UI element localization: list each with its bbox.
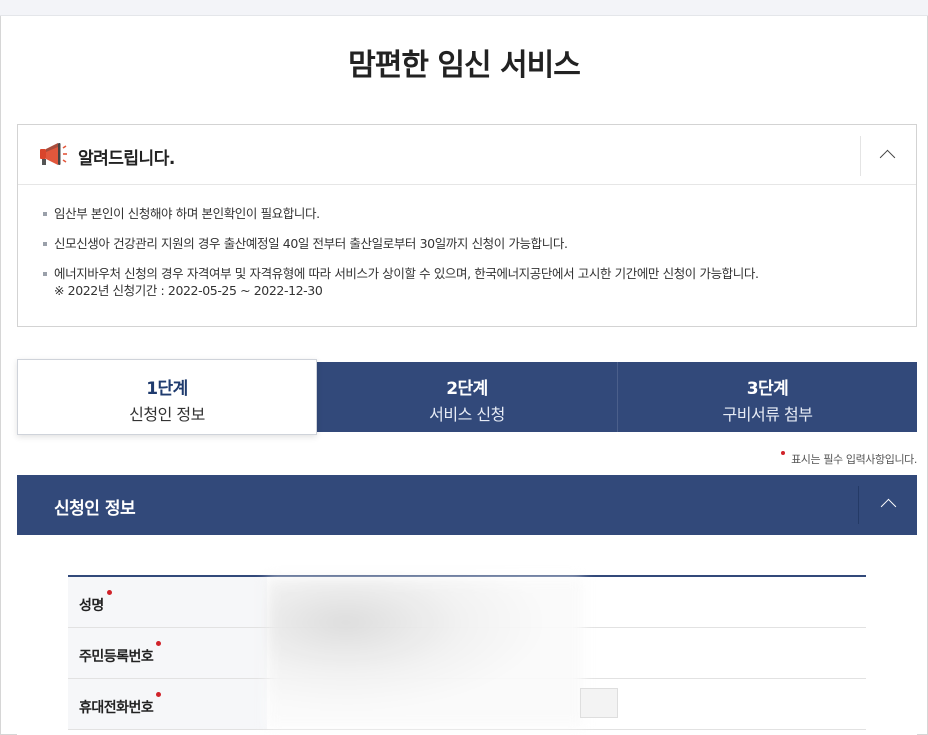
notice-collapse-button[interactable]	[860, 136, 916, 176]
form-label-phone: 휴대전화번호	[79, 692, 162, 717]
required-dot-icon	[106, 590, 112, 595]
required-note: 표시는 필수 입력사항입니다.	[781, 451, 917, 467]
step-2-number: 2단계	[446, 379, 488, 399]
notice-item-sub: ※ 2022년 신청기간 : 2022-05-25 ~ 2022-12-30	[54, 283, 323, 298]
redacted-area	[267, 578, 583, 726]
page-title: 맘편한 임신 서비스	[348, 48, 581, 83]
step-1: 1단계 신청인 정보	[17, 359, 317, 435]
notice-item: 임산부 본인이 신청해야 하며 본인확인이 필요합니다.	[42, 205, 759, 222]
step-1-number: 1단계	[146, 379, 188, 399]
step-3: 3단계 구비서류 첨부	[617, 362, 917, 432]
required-dot-icon	[781, 451, 786, 455]
step-2: 2단계 서비스 신청	[317, 362, 617, 432]
notice-header: 알려드립니다.	[18, 125, 916, 185]
notice-panel: 알려드립니다. 임산부 본인이 신청해야 하며 본인확인이 필요합니다. 신모신…	[17, 124, 917, 327]
form-label-cell: 성명	[68, 577, 267, 627]
step-3-number: 3단계	[746, 379, 789, 399]
top-strip	[0, 0, 928, 16]
notice-list: 임산부 본인이 신청해야 하며 본인확인이 필요합니다. 신모신생아 건강관리 …	[42, 205, 759, 312]
step-1-name: 신청인 정보	[129, 405, 205, 424]
section-collapse-button[interactable]	[858, 486, 917, 524]
step-3-name: 구비서류 첨부	[722, 405, 813, 424]
form-label-cell: 휴대전화번호	[68, 679, 267, 729]
notice-title: 알려드립니다.	[78, 149, 175, 169]
required-dot-icon	[156, 641, 162, 646]
form-label-rrn: 주민등록번호	[79, 641, 162, 666]
section-title: 신청인 정보	[54, 499, 136, 519]
form-label-name: 성명	[79, 590, 112, 615]
notice-item: 신모신생아 건강관리 지원의 경우 출산예정일 40일 전부터 출산일로부터 3…	[42, 235, 759, 252]
chevron-up-icon	[879, 149, 896, 166]
step-indicator: 1단계 신청인 정보 2단계 서비스 신청 3단계 구비서류 첨부	[17, 359, 917, 435]
required-dot-icon	[156, 692, 162, 697]
chevron-up-icon	[880, 498, 897, 515]
megaphone-icon	[40, 143, 67, 165]
notice-item: 에너지바우처 신청의 경우 자격여부 및 자격유형에 따라 서비스가 상이할 수…	[42, 265, 759, 299]
section-header: 신청인 정보	[17, 475, 917, 535]
form-label-cell: 주민등록번호	[68, 628, 267, 678]
phone-extra-input[interactable]	[580, 688, 618, 718]
step-2-name: 서비스 신청	[429, 405, 505, 424]
